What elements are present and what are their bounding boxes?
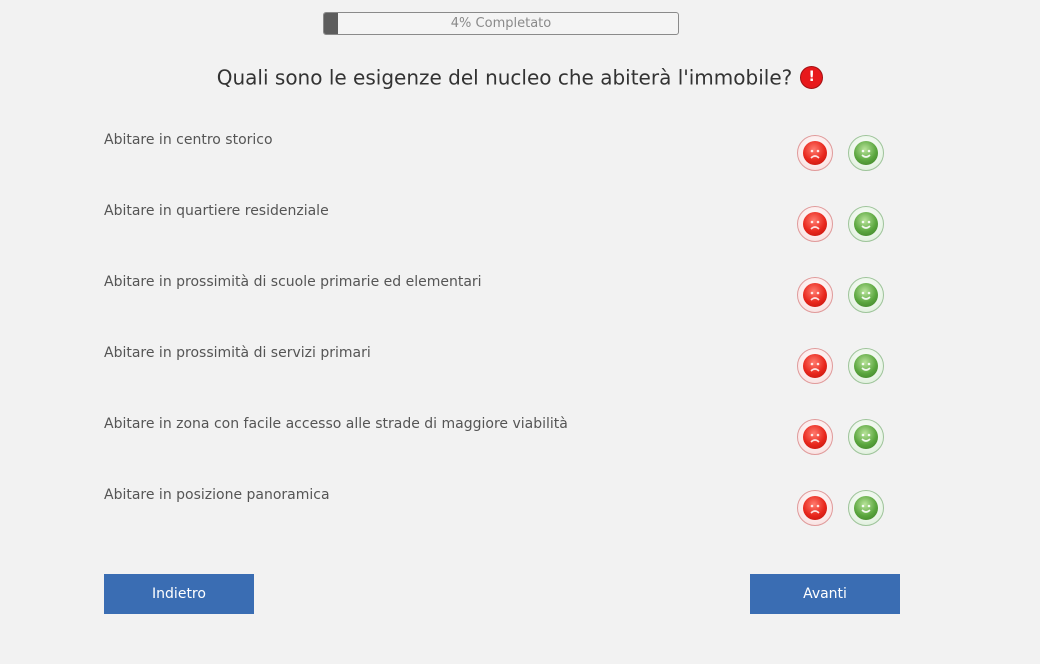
dislike-button[interactable] — [797, 206, 833, 242]
like-button[interactable] — [848, 277, 884, 313]
question-title: Quali sono le esigenze del nucleo che ab… — [216, 65, 793, 90]
like-button[interactable] — [848, 490, 884, 526]
question-header: Quali sono le esigenze del nucleo che ab… — [0, 64, 1040, 90]
option-label: Abitare in prossimità di servizi primari — [104, 345, 371, 361]
dislike-button[interactable] — [797, 277, 833, 313]
progress-bar: 4% Completato — [323, 12, 679, 35]
next-button[interactable]: Avanti — [750, 574, 900, 614]
dislike-button[interactable] — [797, 348, 833, 384]
like-button[interactable] — [848, 419, 884, 455]
option-label: Abitare in prossimità di scuole primarie… — [104, 274, 482, 290]
option-row: Abitare in zona con facile accesso alle … — [104, 416, 894, 476]
option-row: Abitare in quartiere residenziale — [104, 203, 894, 263]
option-row: Abitare in posizione panoramica — [104, 487, 894, 547]
option-label: Abitare in posizione panoramica — [104, 487, 330, 503]
option-row: Abitare in prossimità di scuole primarie… — [104, 274, 894, 334]
option-label: Abitare in centro storico — [104, 132, 273, 148]
dislike-button[interactable] — [797, 135, 833, 171]
progress-label: 4% Completato — [450, 16, 552, 31]
option-label: Abitare in zona con facile accesso alle … — [104, 416, 568, 432]
help-badge[interactable]: ! — [800, 66, 824, 89]
option-row: Abitare in prossimità di servizi primari — [104, 345, 894, 405]
like-button[interactable] — [848, 135, 884, 171]
dislike-button[interactable] — [797, 419, 833, 455]
like-button[interactable] — [848, 206, 884, 242]
back-button[interactable]: Indietro — [104, 574, 254, 614]
like-button[interactable] — [848, 348, 884, 384]
option-row: Abitare in centro storico — [104, 132, 894, 192]
dislike-button[interactable] — [797, 490, 833, 526]
option-label: Abitare in quartiere residenziale — [104, 203, 329, 219]
